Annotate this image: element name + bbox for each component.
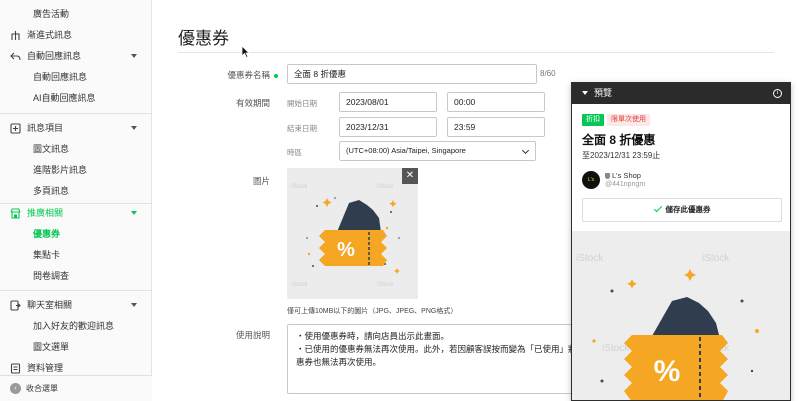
coupon-name-label: 優惠券名稱 <box>200 69 278 81</box>
sidebar-item-auto-reply[interactable]: 自動回應訊息 <box>0 67 152 87</box>
discount-badge: 折扣 <box>582 114 604 126</box>
sidebar-item-rich-message[interactable]: 圖文訊息 <box>0 139 152 159</box>
svg-text:iStock: iStock <box>291 184 308 190</box>
data-icon <box>10 363 21 374</box>
name-char-counter: 8/60 <box>540 69 556 78</box>
preview-coupon-illustration: iStock iStock iStock iStock % <box>576 253 759 400</box>
sidebar-section-message-items[interactable]: 訊息項目 <box>0 118 152 138</box>
collapse-menu-button[interactable]: ‹ 收合選單 <box>0 375 152 401</box>
chevron-down-icon <box>521 146 530 155</box>
mouse-cursor-icon <box>241 45 250 58</box>
sidebar-item-rich-menu[interactable]: 圖文選單 <box>0 337 152 357</box>
preview-header[interactable]: 預覽 i <box>572 83 790 104</box>
timezone-select[interactable]: (UTC+08:00) Asia/Taipei, Singapore <box>339 141 536 161</box>
chevron-down-icon <box>131 211 137 215</box>
sidebar-item-ai-auto-reply[interactable]: AI自動回應訊息 <box>0 88 152 108</box>
preview-panel: 預覽 i 折扣 限單次使用 全面 8 折優惠 至2023/12/31 23:59… <box>571 82 791 401</box>
chevron-down-icon <box>131 126 137 130</box>
image-upload-note: 僅可上傳10MB以下的圖片（JPG、JPEG、PNG格式） <box>287 308 458 315</box>
shop-name: L's Shop <box>605 171 641 180</box>
svg-text:iStock: iStock <box>576 253 604 264</box>
collapse-icon: ‹ <box>10 383 21 394</box>
sidebar-divider <box>0 113 152 114</box>
preview-coupon-image: iStock iStock iStock iStock % <box>572 231 790 400</box>
check-icon <box>653 203 662 213</box>
title-divider <box>178 52 774 53</box>
shop-id: @441npngm <box>605 181 646 188</box>
svg-text:%: % <box>654 355 681 388</box>
save-coupon-button[interactable]: 儲存此優惠券 <box>582 198 782 222</box>
sidebar-section-promotion[interactable]: 推廣相關 <box>0 203 152 223</box>
caret-down-icon <box>582 91 588 95</box>
end-time-input[interactable]: 23:59 <box>447 117 545 137</box>
svg-text:iStock: iStock <box>377 184 394 190</box>
sidebar-item-coupon[interactable]: 優惠券 <box>0 224 152 244</box>
preview-expiry: 至2023/12/31 23:59止 <box>582 151 661 160</box>
shop-avatar: L's <box>582 171 600 189</box>
svg-text:iStock: iStock <box>291 282 308 288</box>
store-icon <box>10 208 21 219</box>
coupon-illustration: iStock iStock iStock iStock % <box>291 184 400 288</box>
step-messages-icon <box>11 31 20 40</box>
usage-textarea[interactable]: ・使用優惠券時，請向店員出示此畫面。 ・已使用的優惠券無法再次使用。此外，若因顧… <box>287 324 587 394</box>
sidebar-item-ad-campaigns[interactable]: 廣告活動 <box>0 4 152 24</box>
sidebar-item-rich-video[interactable]: 進階影片訊息 <box>0 160 152 180</box>
coupon-name-input[interactable] <box>287 64 537 84</box>
svg-text:iStock: iStock <box>702 253 730 264</box>
info-icon[interactable]: i <box>773 89 782 98</box>
shield-icon <box>605 173 610 179</box>
start-time-input[interactable]: 00:00 <box>447 92 545 112</box>
usage-label: 使用說明 <box>235 330 270 340</box>
chevron-down-icon <box>131 303 137 307</box>
page-title: 優惠券 <box>178 29 229 48</box>
end-date-label: 結束日期 <box>287 124 317 133</box>
sidebar-item-card-message[interactable]: 多頁訊息 <box>0 181 152 201</box>
sidebar-section-auto-reply[interactable]: 自動回應訊息 <box>0 46 152 66</box>
remove-image-button[interactable]: ✕ <box>402 168 418 184</box>
coupon-image: iStock iStock iStock iStock % <box>287 168 418 299</box>
required-dot-icon <box>274 73 278 78</box>
sidebar-item-step-messages[interactable]: 漸進式訊息 <box>0 25 152 45</box>
timezone-label: 時區 <box>287 148 302 157</box>
chat-icon <box>10 300 21 311</box>
sidebar: 廣告活動 漸進式訊息 自動回應訊息 自動回應訊息 AI自動回應訊息 訊息項目 圖… <box>0 0 152 401</box>
sidebar-divider <box>0 290 152 291</box>
sidebar-item-reward-card[interactable]: 集點卡 <box>0 245 152 265</box>
reply-icon <box>10 52 21 61</box>
preview-coupon-title: 全面 8 折優惠 <box>582 133 656 147</box>
chevron-down-icon <box>131 54 137 58</box>
sidebar-item-survey[interactable]: 問卷調查 <box>0 266 152 286</box>
end-date-input[interactable]: 2023/12/31 <box>339 117 437 137</box>
image-label: 圖片 <box>252 176 270 186</box>
start-date-label: 開始日期 <box>287 99 317 108</box>
svg-text:%: % <box>337 239 355 261</box>
period-label: 有效期間 <box>235 98 270 108</box>
start-date-input[interactable]: 2023/08/01 <box>339 92 437 112</box>
svg-text:iStock: iStock <box>377 282 394 288</box>
sidebar-section-chat[interactable]: 聊天室相關 <box>0 295 152 315</box>
single-use-badge: 限單次使用 <box>607 114 650 126</box>
message-items-icon <box>10 123 21 134</box>
sidebar-item-greeting[interactable]: 加入好友的歡迎訊息 <box>0 316 152 336</box>
